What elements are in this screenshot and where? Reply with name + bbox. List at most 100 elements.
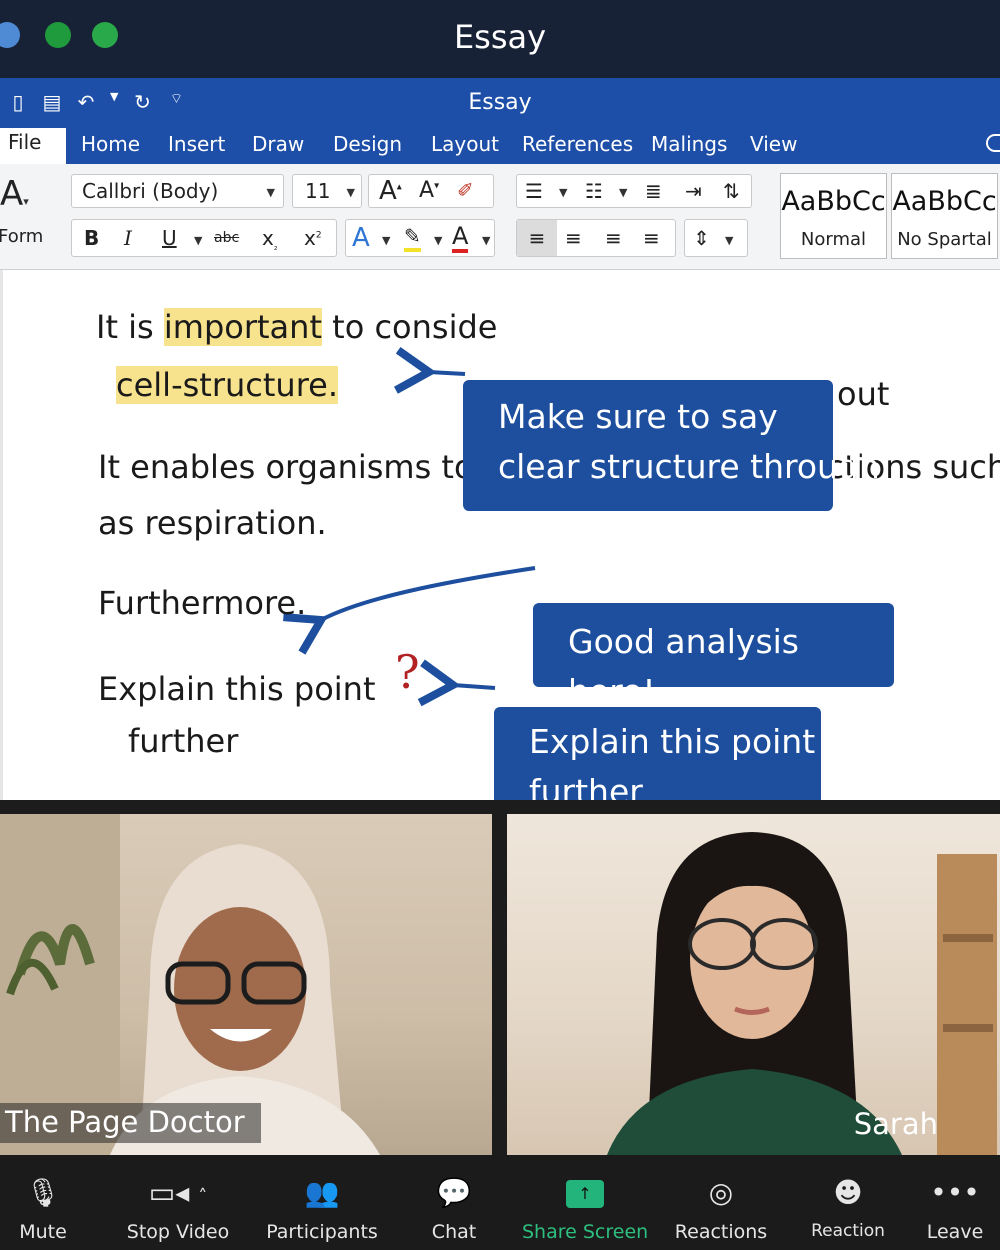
- comment-callout-structure[interactable]: Make sure to say clear structure through: [463, 380, 880, 511]
- doc-line-5: Furthermore.: [98, 584, 307, 622]
- shrink-font-icon[interactable]: A▾: [419, 178, 439, 203]
- font-family-value: Callbri (Body): [82, 179, 219, 203]
- sort-icon[interactable]: ⇅: [723, 179, 740, 203]
- document-title: Essay: [468, 90, 532, 115]
- mute-button[interactable]: 🎙 Mute: [8, 1173, 78, 1243]
- zoom-window-title: Essay: [453, 18, 547, 56]
- bold-icon[interactable]: B: [84, 226, 99, 250]
- chat-label: Chat: [431, 1221, 477, 1243]
- superscript-icon[interactable]: x2: [304, 226, 322, 250]
- video-camera-icon: ▭◂ ˄: [148, 1176, 208, 1209]
- chat-bubble-icon: 💬: [436, 1176, 472, 1209]
- shared-word-window: ▯ ▤ ↶ ▼ ↻ ⌔ Essay File Home Insert Draw …: [0, 78, 1000, 835]
- chevron-down-icon: ▼: [266, 186, 275, 199]
- chevron-down-icon: ▼: [346, 186, 355, 199]
- subscript-icon[interactable]: x₂: [262, 226, 277, 253]
- chat-button[interactable]: 💬 Chat: [418, 1173, 490, 1243]
- participant-video-tile[interactable]: The Page Doctor: [0, 814, 492, 1155]
- tab-design[interactable]: Design: [333, 132, 402, 156]
- text-effects-outline-icon[interactable]: A: [352, 223, 370, 253]
- font-size-select[interactable]: 11 ▼: [292, 174, 362, 208]
- justify-icon[interactable]: ≡: [643, 226, 660, 250]
- zoom-window: Essay ▯ ▤ ↶ ▼ ↻ ⌔ Essay File Home Insert…: [0, 0, 1000, 1250]
- strikethrough-icon[interactable]: abc: [214, 230, 239, 246]
- style-normal-label: Normal: [800, 229, 867, 250]
- chevron-down-icon[interactable]: ▼: [559, 186, 567, 199]
- italic-icon[interactable]: I: [124, 226, 132, 250]
- align-left-icon[interactable]: ≡: [517, 220, 557, 256]
- chevron-down-icon[interactable]: ▼: [619, 186, 627, 199]
- share-screen-label: Share Screen: [522, 1221, 649, 1243]
- leave-label: Leave: [926, 1221, 984, 1243]
- arrow-icon: [417, 659, 496, 707]
- doc-text: It is: [96, 308, 164, 346]
- chevron-down-icon[interactable]: ▼: [382, 234, 390, 247]
- tab-view[interactable]: View: [750, 132, 797, 156]
- bullets-icon[interactable]: ☰: [525, 179, 543, 203]
- tab-mailings[interactable]: Malings: [651, 132, 727, 156]
- ribbon-tabs: File Home Insert Draw Design Layout Refe…: [0, 128, 1000, 164]
- underline-icon[interactable]: U: [162, 226, 177, 250]
- participant-name-label: Sarah: [853, 1107, 938, 1141]
- doc-line-4: as respiration.: [98, 504, 327, 542]
- microphone-icon: 🎙: [25, 1176, 61, 1209]
- reaction-label: Reaction: [811, 1221, 885, 1241]
- align-right-icon[interactable]: ≡: [605, 226, 622, 250]
- numbering-icon[interactable]: ☷: [585, 179, 603, 203]
- document-page[interactable]: It is important to conside cell-structur…: [0, 270, 1000, 835]
- participant-name-label: The Page Doctor: [0, 1103, 261, 1143]
- grow-font-icon[interactable]: A▴: [379, 176, 402, 206]
- share-screen-icon: ↑: [522, 1173, 648, 1213]
- chevron-down-icon[interactable]: ▼: [194, 234, 202, 247]
- font-family-select[interactable]: Callbri (Body) ▼: [71, 174, 284, 208]
- leave-button[interactable]: ••• Leave: [924, 1173, 986, 1243]
- tab-home[interactable]: Home: [81, 132, 140, 156]
- chevron-down-icon[interactable]: ▼: [482, 234, 490, 247]
- participants-icon: 👥: [304, 1176, 340, 1209]
- chevron-up-icon[interactable]: ˄: [198, 1186, 207, 1207]
- tab-draw[interactable]: Draw: [252, 132, 304, 156]
- tab-references[interactable]: References: [522, 132, 633, 156]
- style-normal[interactable]: AaBbCc Normal: [780, 173, 887, 259]
- indent-icon[interactable]: ⇥: [685, 179, 702, 203]
- tab-insert[interactable]: Insert: [168, 132, 225, 156]
- participant-video-tile[interactable]: Sarah: [507, 814, 1000, 1155]
- comment-text: Good analysis here!: [568, 622, 799, 711]
- meeting-controls: 🎙 Mute ▭◂ ˄ Stop Video 👥 Participants 💬 …: [0, 1155, 1000, 1250]
- highlighted-text: important: [163, 308, 322, 346]
- reactions-icon: ◎: [708, 1176, 734, 1209]
- font-color-group: A ▼ ✎ ▼ A ▼: [345, 219, 495, 257]
- multilevel-list-icon[interactable]: ≣: [645, 179, 662, 203]
- alignment-group: ≡ ≡ ≡ ≡: [516, 219, 676, 257]
- line-spacing-icon[interactable]: ⇕: [693, 226, 710, 250]
- doc-line-6: Explain this point: [98, 670, 376, 708]
- style-no-spacing[interactable]: AaBbCc No Spartal: [891, 173, 998, 259]
- mute-label: Mute: [19, 1221, 67, 1243]
- question-mark-annotation: ?: [395, 645, 420, 699]
- comment-callout-analysis[interactable]: Good analysis here!: [533, 603, 894, 711]
- chevron-down-icon[interactable]: ▼: [434, 234, 442, 247]
- font-size-value: 11: [305, 179, 331, 203]
- participants-button[interactable]: 👥 Participants: [262, 1173, 382, 1243]
- font-tools-group: A▴ A▾ ✐: [368, 174, 494, 208]
- text-effects-icon[interactable]: A▾: [0, 174, 29, 214]
- tab-file[interactable]: File: [0, 128, 66, 164]
- zoom-titlebar: Essay: [0, 0, 1000, 78]
- participants-label: Participants: [266, 1221, 378, 1243]
- align-center-icon[interactable]: ≡: [565, 226, 582, 250]
- highlighter-icon[interactable]: ✎: [404, 224, 421, 252]
- reactions-label: Reactions: [674, 1221, 768, 1243]
- font-color-icon[interactable]: A: [452, 223, 469, 253]
- reactions-button[interactable]: ◎ Reactions: [672, 1173, 770, 1243]
- tab-layout[interactable]: Layout: [431, 132, 499, 156]
- clear-formatting-icon[interactable]: ✐: [457, 178, 474, 202]
- lightbulb-icon[interactable]: [986, 134, 1000, 152]
- participant-video-image: [607, 832, 997, 1155]
- stop-video-label: Stop Video: [126, 1221, 230, 1243]
- format-label: Form: [0, 226, 44, 247]
- chevron-down-icon[interactable]: ▼: [725, 234, 733, 247]
- stop-video-button[interactable]: ▭◂ ˄ Stop Video: [122, 1173, 234, 1243]
- share-screen-button[interactable]: ↑ Share Screen: [522, 1173, 648, 1243]
- comment-text: Make sure to say: [498, 397, 778, 436]
- reaction-button[interactable]: ☻ Reaction: [808, 1173, 888, 1241]
